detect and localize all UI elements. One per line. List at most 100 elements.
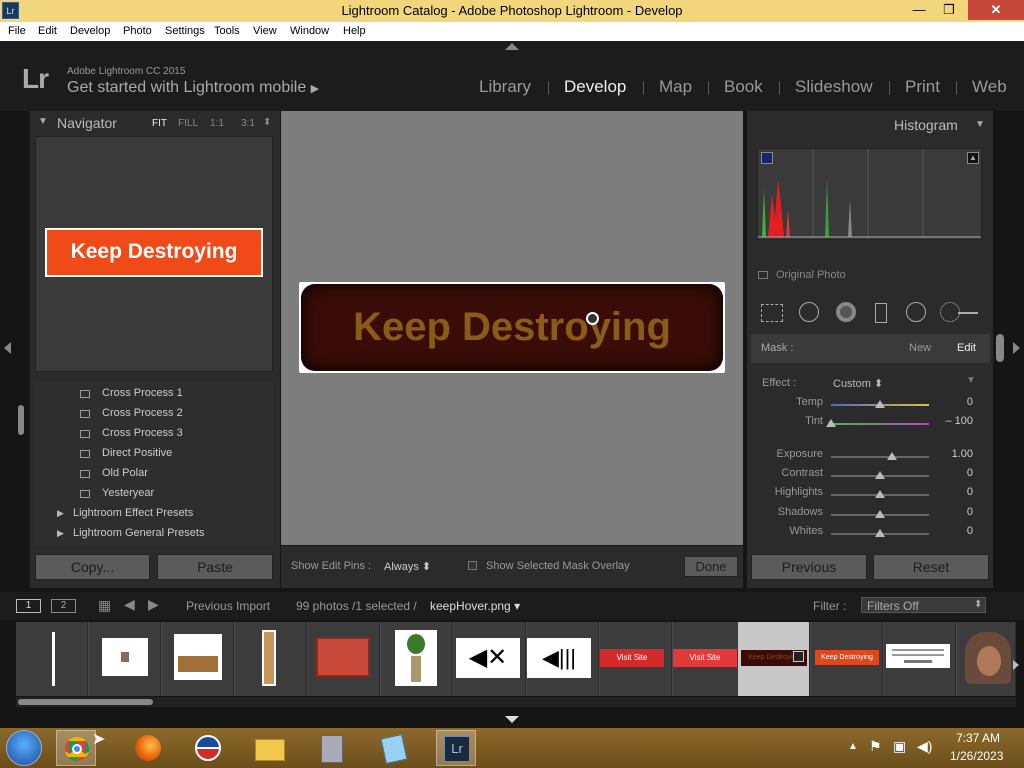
- filmstrip-thumb[interactable]: [162, 622, 234, 696]
- slider-value[interactable]: – 100: [945, 415, 973, 427]
- source-label[interactable]: Previous Import: [186, 599, 270, 613]
- filmstrip-thumb[interactable]: [235, 622, 307, 696]
- grid-view-icon[interactable]: ▦: [98, 597, 111, 614]
- menu-edit[interactable]: Edit: [38, 25, 57, 37]
- filmstrip-thumb[interactable]: [89, 622, 161, 696]
- menu-tools[interactable]: Tools: [214, 25, 240, 37]
- main-window-button[interactable]: 1: [16, 599, 41, 613]
- reset-button[interactable]: Reset: [873, 554, 989, 580]
- module-map[interactable]: Map: [659, 77, 692, 97]
- archive-taskbar-icon[interactable]: [312, 730, 352, 766]
- mask-overlay-checkbox[interactable]: [468, 561, 477, 570]
- preset-item[interactable]: Yesteryear: [35, 484, 273, 504]
- mask-new[interactable]: New: [909, 342, 931, 354]
- slider-knob-icon[interactable]: [886, 452, 897, 460]
- back-arrow-icon[interactable]: ◀: [124, 596, 135, 613]
- adjustment-brush-icon[interactable]: [940, 302, 960, 322]
- preset-folder[interactable]: ▶ Lightroom Effect Presets: [35, 504, 273, 524]
- filmstrip-thumb[interactable]: [16, 622, 88, 696]
- filmstrip-thumb[interactable]: Visit Site: [600, 622, 672, 696]
- filmstrip-thumb[interactable]: [308, 622, 380, 696]
- lightroom-taskbar-icon[interactable]: Lr: [436, 730, 476, 766]
- histogram-chart[interactable]: ▲: [757, 148, 982, 240]
- slider-temp[interactable]: Temp 0: [751, 396, 987, 415]
- paste-button[interactable]: Paste: [157, 554, 273, 580]
- slider-value[interactable]: 0: [967, 525, 973, 537]
- collapse-right-icon[interactable]: [1013, 342, 1020, 354]
- filmstrip-scroll-thumb[interactable]: [18, 699, 153, 705]
- slider-knob-icon[interactable]: [875, 400, 885, 408]
- filmstrip-thumb[interactable]: Keep Destroying: [811, 622, 883, 696]
- explorer-taskbar-icon[interactable]: [250, 730, 290, 766]
- preset-item[interactable]: Old Polar: [35, 464, 273, 484]
- menu-settings[interactable]: Settings: [165, 25, 205, 37]
- copy-button[interactable]: Copy...: [35, 554, 150, 580]
- edit-pins-select[interactable]: Always ⬍: [384, 560, 431, 573]
- preset-item[interactable]: Cross Process 2: [35, 404, 273, 424]
- filter-select[interactable]: Filters Off ⬍: [861, 597, 986, 613]
- firefox-taskbar-icon[interactable]: [128, 730, 168, 766]
- module-print[interactable]: Print: [905, 77, 940, 97]
- menu-view[interactable]: View: [253, 25, 277, 37]
- collapse-bottom-icon[interactable]: [505, 716, 519, 723]
- filmstrip-thumb[interactable]: [884, 622, 956, 696]
- original-photo-checkbox[interactable]: [758, 271, 768, 279]
- filmstrip-next-icon[interactable]: [1013, 660, 1019, 670]
- slider-tint[interactable]: Tint – 100: [751, 415, 987, 434]
- slider-exposure[interactable]: Exposure 1.00: [751, 448, 987, 467]
- preset-item[interactable]: Cross Process 3: [35, 424, 273, 444]
- network-icon[interactable]: ▣: [893, 738, 906, 755]
- right-panel-scrollbar[interactable]: [996, 334, 1004, 362]
- filename-label[interactable]: keepHover.png ▾: [430, 599, 520, 613]
- minimize-button[interactable]: —: [904, 0, 934, 20]
- clock-date[interactable]: 1/26/2023: [950, 749, 1003, 763]
- slider-knob-icon[interactable]: [875, 510, 885, 518]
- done-button[interactable]: Done: [684, 556, 738, 577]
- zoom-3-1[interactable]: 3:1: [241, 118, 255, 129]
- filmstrip-thumb[interactable]: ◀|||: [527, 622, 599, 696]
- slider-knob-icon[interactable]: [875, 490, 885, 498]
- preset-item[interactable]: Cross Process 1: [35, 384, 273, 404]
- menu-file[interactable]: File: [8, 25, 26, 37]
- spot-removal-icon[interactable]: [799, 302, 819, 322]
- notepad-taskbar-icon[interactable]: [374, 730, 414, 766]
- collapse-effect-icon[interactable]: ▼: [966, 375, 976, 386]
- slider-contrast[interactable]: Contrast 0: [751, 467, 987, 486]
- module-book[interactable]: Book: [724, 77, 763, 97]
- slider-knob-icon[interactable]: [875, 471, 885, 479]
- secondary-window-button[interactable]: 2: [51, 599, 76, 613]
- radial-filter-icon[interactable]: [906, 302, 926, 322]
- slider-value[interactable]: 0: [967, 506, 973, 518]
- slider-track[interactable]: [831, 456, 929, 458]
- collapse-triangle-icon[interactable]: ▼: [38, 116, 48, 127]
- slider-track[interactable]: [831, 423, 929, 425]
- module-develop[interactable]: Develop: [564, 77, 626, 97]
- filmstrip-thumb[interactable]: [957, 622, 1016, 696]
- filmstrip-scrollbar[interactable]: [16, 697, 1016, 707]
- crop-tool-icon[interactable]: [761, 304, 783, 322]
- main-image[interactable]: Keep Destroying: [299, 282, 725, 373]
- preset-item[interactable]: Direct Positive: [35, 444, 273, 464]
- flag-icon[interactable]: ⚑: [869, 738, 882, 755]
- effect-select[interactable]: Custom ⬍: [833, 377, 883, 390]
- module-slideshow[interactable]: Slideshow: [795, 77, 873, 97]
- mobile-link[interactable]: Get started with Lightroom mobile ▶: [67, 79, 319, 97]
- close-button[interactable]: ✕: [968, 0, 1024, 20]
- preset-folder[interactable]: ▶ Lightroom General Presets: [35, 524, 273, 544]
- collapse-top-icon[interactable]: [505, 43, 519, 50]
- maximize-button[interactable]: ❐: [934, 0, 964, 20]
- show-hidden-icons[interactable]: ▲: [848, 741, 858, 752]
- left-panel-scrollbar[interactable]: [18, 405, 24, 435]
- obama-taskbar-icon[interactable]: [188, 730, 228, 766]
- slider-value[interactable]: 0: [967, 486, 973, 498]
- filmstrip-thumb-selected[interactable]: Keep Destroying: [738, 622, 810, 696]
- zoom-1-1[interactable]: 1:1: [210, 118, 224, 129]
- filmstrip-thumb[interactable]: Visit Site: [673, 622, 745, 696]
- slider-whites[interactable]: Whites 0: [751, 525, 987, 544]
- start-button[interactable]: [6, 730, 42, 766]
- graduated-filter-icon[interactable]: [875, 303, 887, 323]
- volume-icon[interactable]: ◀): [917, 738, 932, 755]
- filmstrip-thumb[interactable]: ◀✕: [454, 622, 526, 696]
- clock-time[interactable]: 7:37 AM: [956, 731, 1000, 745]
- filmstrip-thumb[interactable]: [381, 622, 453, 696]
